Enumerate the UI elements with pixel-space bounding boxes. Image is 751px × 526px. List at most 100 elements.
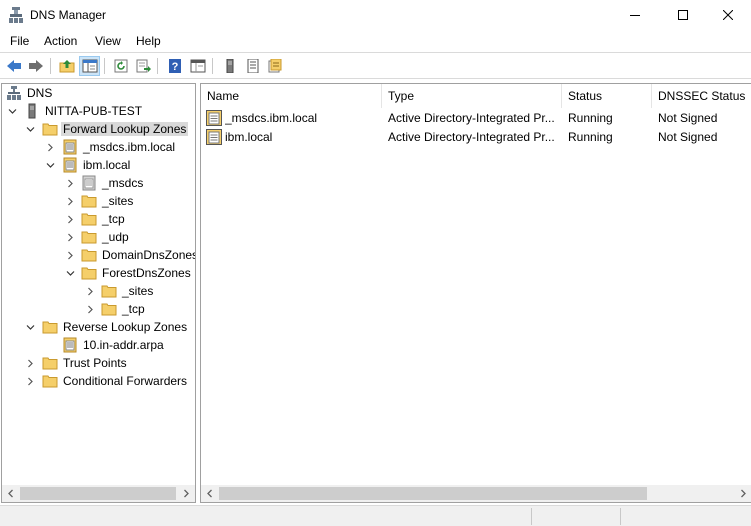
tree-item-ibm-local[interactable]: ibm.local <box>2 156 195 174</box>
zone-list-button[interactable] <box>242 56 263 76</box>
tree-item-udp[interactable]: _udp <box>2 228 195 246</box>
zone-file-icon <box>206 110 222 126</box>
list-horizontal-scrollbar[interactable] <box>201 485 751 502</box>
tree-item-reverse-zone[interactable]: 10.in-addr.arpa <box>2 336 195 354</box>
tree-item-forest-sites[interactable]: _sites <box>2 282 195 300</box>
new-zone-icon <box>268 59 281 73</box>
help-button[interactable]: ? <box>164 56 185 76</box>
tree-item-msdcs[interactable]: _msdcs <box>2 174 195 192</box>
chevron-right-icon[interactable] <box>84 282 96 300</box>
tree-item-domain-dns-zones[interactable]: DomainDnsZones <box>2 246 195 264</box>
tree-item-trust-points[interactable]: Trust Points <box>2 354 195 372</box>
chevron-right-icon[interactable] <box>84 300 96 318</box>
zone-file-icon <box>62 157 78 173</box>
status-bar <box>0 505 751 526</box>
back-button[interactable] <box>3 56 24 76</box>
maximize-button[interactable] <box>660 0 706 30</box>
folder-icon <box>101 301 117 317</box>
zone-name: _msdcs.ibm.local <box>225 111 318 125</box>
tree-horizontal-scrollbar[interactable] <box>2 485 195 502</box>
new-zone-button[interactable] <box>264 56 285 76</box>
tree-item-reverse-lookup-zones[interactable]: Reverse Lookup Zones <box>2 318 195 336</box>
tree-item-msdcs-ibm-local[interactable]: _msdcs.ibm.local <box>2 138 195 156</box>
refresh-button[interactable] <box>110 56 131 76</box>
zone-status: Running <box>568 111 613 125</box>
folder-icon <box>42 121 58 137</box>
properties-icon <box>190 59 205 73</box>
forward-icon <box>28 60 43 72</box>
scroll-right-icon[interactable] <box>178 485 195 502</box>
scroll-thumb[interactable] <box>20 487 176 500</box>
show-hide-tree-button[interactable] <box>79 56 100 76</box>
scroll-thumb[interactable] <box>219 487 647 500</box>
server-icon <box>226 59 233 73</box>
toolbar-separator <box>212 58 213 74</box>
list-header: Name Type Status DNSSEC Status <box>201 84 751 108</box>
scroll-right-icon[interactable] <box>735 485 751 502</box>
tree-item-server[interactable]: NITTA-PUB-TEST <box>2 102 195 120</box>
tree-label: _msdcs <box>102 176 144 190</box>
zone-status: Running <box>568 130 613 144</box>
zone-dnssec-status: Not Signed <box>658 130 718 144</box>
chevron-right-icon[interactable] <box>24 372 36 390</box>
toolbar-separator <box>104 58 105 74</box>
folder-icon <box>81 229 97 245</box>
zone-file-icon <box>206 129 222 145</box>
tree-label: ForestDnsZones <box>102 266 191 280</box>
column-header-type[interactable]: Type <box>382 84 562 108</box>
folder-icon <box>81 265 97 281</box>
chevron-right-icon[interactable] <box>64 210 76 228</box>
chevron-right-icon[interactable] <box>64 174 76 192</box>
tree-item-forest-dns-zones[interactable]: ForestDnsZones <box>2 264 195 282</box>
menu-action[interactable]: Action <box>44 34 77 48</box>
tree-item-forward-lookup-zones[interactable]: Forward Lookup Zones <box>2 120 195 138</box>
results-pane[interactable]: Name Type Status DNSSEC Status _msdcs.ib… <box>200 83 751 503</box>
show-hide-tree-icon <box>82 59 97 73</box>
tree-label: NITTA-PUB-TEST <box>45 104 143 118</box>
close-button[interactable] <box>705 0 751 30</box>
export-list-button[interactable] <box>133 56 154 76</box>
svg-text:?: ? <box>171 61 178 73</box>
table-row[interactable]: _msdcs.ibm.local Active Directory-Integr… <box>201 109 751 128</box>
properties-button[interactable] <box>187 56 208 76</box>
tree-item-dns[interactable]: DNS <box>2 84 195 102</box>
chevron-down-icon[interactable] <box>6 102 18 120</box>
toolbar-separator <box>50 58 51 74</box>
server-button[interactable] <box>219 56 240 76</box>
folder-icon <box>81 211 97 227</box>
chevron-down-icon[interactable] <box>24 120 36 138</box>
column-header-name[interactable]: Name <box>201 84 382 108</box>
chevron-right-icon[interactable] <box>64 192 76 210</box>
minimize-button[interactable] <box>612 0 658 30</box>
tree-label: DNS <box>27 86 53 100</box>
toolbar: ? <box>0 52 751 79</box>
zone-list-icon <box>247 59 258 73</box>
menu-view[interactable]: View <box>95 34 121 48</box>
table-row[interactable]: ibm.local Active Directory-Integrated Pr… <box>201 128 751 147</box>
chevron-down-icon[interactable] <box>64 264 76 282</box>
chevron-right-icon[interactable] <box>24 354 36 372</box>
column-header-status[interactable]: Status <box>562 84 652 108</box>
console-tree[interactable]: DNS NITTA-PUB-TEST Forward Lookup Zones … <box>1 83 196 503</box>
tree-label: Conditional Forwarders <box>63 374 188 388</box>
menu-file[interactable]: File <box>10 34 29 48</box>
chevron-right-icon[interactable] <box>44 138 56 156</box>
chevron-right-icon[interactable] <box>64 228 76 246</box>
up-folder-button[interactable] <box>56 56 77 76</box>
chevron-right-icon[interactable] <box>64 246 76 264</box>
scroll-left-icon[interactable] <box>201 485 218 502</box>
tree-item-forest-tcp[interactable]: _tcp <box>2 300 195 318</box>
chevron-down-icon[interactable] <box>24 318 36 336</box>
tree-item-conditional-forwarders[interactable]: Conditional Forwarders <box>2 372 195 390</box>
tree-label: Trust Points <box>63 356 127 370</box>
chevron-down-icon[interactable] <box>44 156 56 174</box>
status-divider <box>531 508 532 525</box>
window-title: DNS Manager <box>30 8 107 22</box>
tree-item-sites[interactable]: _sites <box>2 192 195 210</box>
column-header-dnssec-status[interactable]: DNSSEC Status <box>652 84 751 108</box>
folder-icon <box>42 355 58 371</box>
menu-help[interactable]: Help <box>136 34 161 48</box>
scroll-left-icon[interactable] <box>2 485 19 502</box>
forward-button[interactable] <box>25 56 46 76</box>
tree-item-tcp[interactable]: _tcp <box>2 210 195 228</box>
